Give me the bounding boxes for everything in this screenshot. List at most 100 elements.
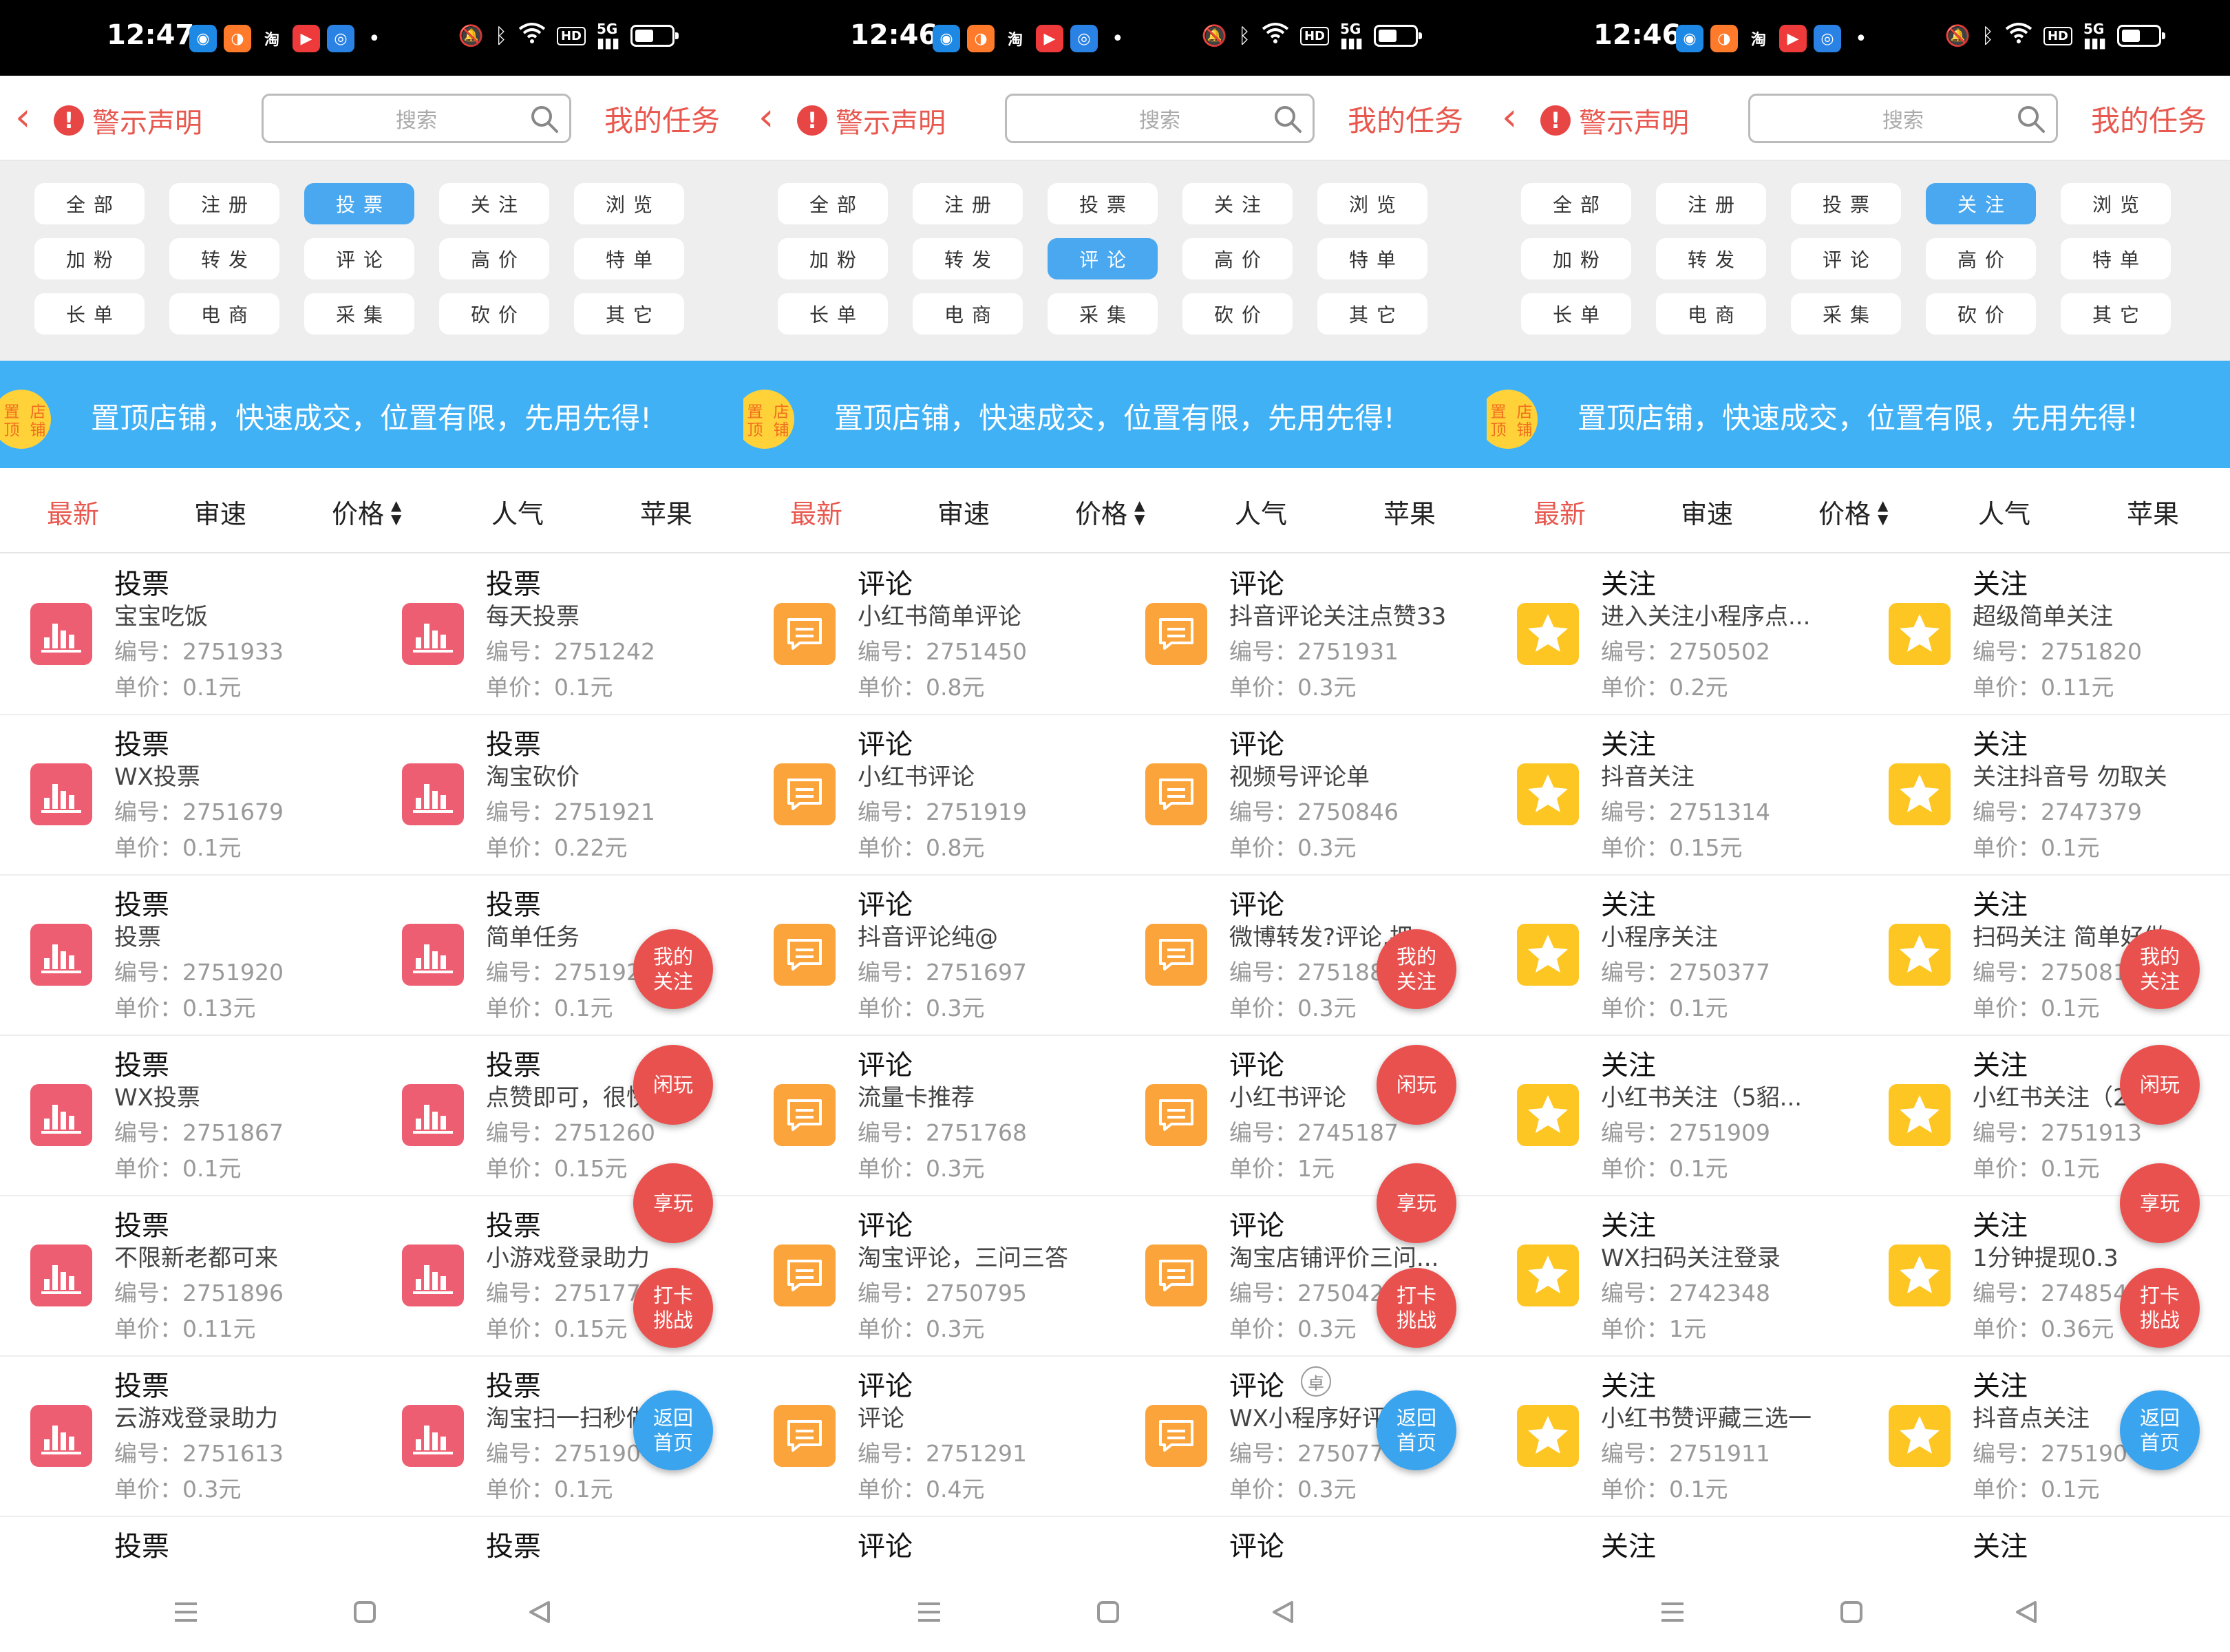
category-button-3[interactable]: 投票 xyxy=(1048,183,1158,224)
task-card[interactable]: 关注 小程序关注 编号：2750377 单价：0.1元 xyxy=(1487,876,1858,1036)
back-chevron-icon[interactable]: ‹ xyxy=(758,98,774,137)
floating-button-3[interactable]: 享玩 xyxy=(1377,1163,1456,1243)
sort-tab-4[interactable]: 人气 xyxy=(491,493,544,531)
warning-notice-link[interactable]: ! 警示声明 xyxy=(54,100,202,140)
category-button-7[interactable]: 转发 xyxy=(913,238,1023,279)
floating-button-5[interactable]: 返回 首页 xyxy=(1377,1390,1456,1470)
category-button-12[interactable]: 电商 xyxy=(1656,293,1766,335)
task-card[interactable]: 评论 小红书评论 编号：2751919 单价：0.8元 xyxy=(743,715,1115,876)
floating-button-1[interactable]: 我的 关注 xyxy=(2120,929,2200,1009)
task-card[interactable]: 投票 每天投票 编号：2751242 单价：0.1元 xyxy=(372,555,743,715)
task-list[interactable]: 评论 小红书简单评论 编号：2751450 单价：0.8元 评论 抖音评论关注点赞33 编号… xyxy=(743,555,1487,1574)
category-button-9[interactable]: 高价 xyxy=(1926,238,2036,279)
search-input[interactable]: 搜索 xyxy=(262,94,571,143)
category-button-14[interactable]: 砍价 xyxy=(1182,293,1293,335)
task-card[interactable]: 评论 抖音评论纯@ 编号：2751697 单价：0.3元 xyxy=(743,876,1115,1036)
category-button-9[interactable]: 高价 xyxy=(439,238,549,279)
sort-tab-5[interactable]: 苹果 xyxy=(640,493,692,531)
sort-tab-2[interactable]: 审速 xyxy=(1681,493,1733,531)
category-button-8[interactable]: 评论 xyxy=(304,238,414,279)
task-card[interactable]: 投票 WX投票 编号：2751867 单价：0.1元 xyxy=(0,1036,372,1196)
search-icon[interactable] xyxy=(1273,104,1303,134)
task-card[interactable]: 关注 xyxy=(1487,1517,1858,1574)
category-button-13[interactable]: 采集 xyxy=(1048,293,1158,335)
warning-notice-link[interactable]: ! 警示声明 xyxy=(1540,100,1689,140)
menu-icon[interactable] xyxy=(909,1591,950,1633)
task-card[interactable]: 评论 视频号评论单 编号：2750846 单价：0.3元 xyxy=(1115,715,1487,876)
search-icon[interactable] xyxy=(529,104,560,134)
floating-button-4[interactable]: 打卡 挑战 xyxy=(1377,1268,1456,1348)
category-button-1[interactable]: 全部 xyxy=(34,183,145,224)
task-card[interactable]: 评论 抖音评论关注点赞33 编号：2751931 单价：0.3元 xyxy=(1115,555,1487,715)
sort-tab-5[interactable]: 苹果 xyxy=(1383,493,1436,531)
my-tasks-link[interactable]: 我的任务 xyxy=(1348,98,1463,140)
sort-tab-2[interactable]: 审速 xyxy=(194,493,246,531)
search-icon[interactable] xyxy=(2016,104,2046,134)
sort-tab-3[interactable]: 价格 ▲ ▼ xyxy=(1818,493,1888,531)
home-square-icon[interactable] xyxy=(344,1591,385,1633)
task-card[interactable]: 投票 淘宝砍价 编号：2751921 单价：0.22元 xyxy=(372,715,743,876)
floating-button-5[interactable]: 返回 首页 xyxy=(2120,1390,2200,1470)
task-list[interactable]: 关注 进入关注小程序点... 编号：2750502 单价：0.2元 关注 超级简单关注 编号… xyxy=(1487,555,2230,1574)
task-card[interactable]: 关注 进入关注小程序点... 编号：2750502 单价：0.2元 xyxy=(1487,555,1858,715)
category-button-3[interactable]: 投票 xyxy=(304,183,414,224)
sort-tab-1[interactable]: 最新 xyxy=(47,493,99,531)
task-card[interactable]: 投票 投票 编号：2751920 单价：0.13元 xyxy=(0,876,372,1036)
category-button-4[interactable]: 关注 xyxy=(1182,183,1293,224)
category-button-9[interactable]: 高价 xyxy=(1182,238,1293,279)
category-button-15[interactable]: 其它 xyxy=(574,293,684,335)
back-triangle-icon[interactable] xyxy=(2006,1591,2048,1633)
task-card[interactable]: 投票 云游戏登录助力 编号：2751613 单价：0.3元 xyxy=(0,1357,372,1517)
category-button-12[interactable]: 电商 xyxy=(913,293,1023,335)
my-tasks-link[interactable]: 我的任务 xyxy=(2091,98,2207,140)
category-button-3[interactable]: 投票 xyxy=(1791,183,1901,224)
floating-button-4[interactable]: 打卡 挑战 xyxy=(2120,1268,2200,1348)
category-button-12[interactable]: 电商 xyxy=(169,293,279,335)
task-card[interactable]: 评论 小红书简单评论 编号：2751450 单价：0.8元 xyxy=(743,555,1115,715)
category-button-1[interactable]: 全部 xyxy=(1521,183,1631,224)
back-chevron-icon[interactable]: ‹ xyxy=(1502,98,1517,137)
category-button-8[interactable]: 评论 xyxy=(1791,238,1901,279)
task-card[interactable]: 投票 xyxy=(0,1517,372,1574)
category-button-10[interactable]: 特单 xyxy=(2061,238,2171,279)
floating-button-2[interactable]: 闲玩 xyxy=(633,1045,713,1125)
category-button-6[interactable]: 加粉 xyxy=(34,238,145,279)
menu-icon[interactable] xyxy=(165,1591,206,1633)
task-list[interactable]: 投票 宝宝吃饭 编号：2751933 单价：0.1元 投票 每天投票 编号：2751242 单… xyxy=(0,555,743,1574)
back-triangle-icon[interactable] xyxy=(1263,1591,1304,1633)
sort-tab-4[interactable]: 人气 xyxy=(1978,493,2030,531)
back-chevron-icon[interactable]: ‹ xyxy=(15,98,30,137)
category-button-2[interactable]: 注册 xyxy=(913,183,1023,224)
category-button-13[interactable]: 采集 xyxy=(304,293,414,335)
floating-button-1[interactable]: 我的 关注 xyxy=(633,929,713,1009)
task-card[interactable]: 投票 宝宝吃饭 编号：2751933 单价：0.1元 xyxy=(0,555,372,715)
promo-banner[interactable]: 置顶 店铺 置顶店铺，快速成交，位置有限，先用先得! xyxy=(1487,361,2230,468)
category-button-5[interactable]: 浏览 xyxy=(1317,183,1427,224)
category-button-15[interactable]: 其它 xyxy=(2061,293,2171,335)
sort-tab-5[interactable]: 苹果 xyxy=(2127,493,2179,531)
category-button-7[interactable]: 转发 xyxy=(169,238,279,279)
task-card[interactable]: 评论 xyxy=(743,1517,1115,1574)
category-button-10[interactable]: 特单 xyxy=(1317,238,1427,279)
floating-button-3[interactable]: 享玩 xyxy=(2120,1163,2200,1243)
task-card[interactable]: 关注 小红书关注（5貂... 编号：2751909 单价：0.1元 xyxy=(1487,1036,1858,1196)
menu-icon[interactable] xyxy=(1652,1591,1693,1633)
task-card[interactable]: 评论 淘宝评论，三问三答 编号：2750795 单价：0.3元 xyxy=(743,1196,1115,1357)
category-button-6[interactable]: 加粉 xyxy=(1521,238,1631,279)
category-button-2[interactable]: 注册 xyxy=(1656,183,1766,224)
category-button-15[interactable]: 其它 xyxy=(1317,293,1427,335)
category-button-11[interactable]: 长单 xyxy=(34,293,145,335)
category-button-14[interactable]: 砍价 xyxy=(439,293,549,335)
search-input[interactable]: 搜索 xyxy=(1748,94,2058,143)
category-button-5[interactable]: 浏览 xyxy=(574,183,684,224)
floating-button-3[interactable]: 享玩 xyxy=(633,1163,713,1243)
floating-button-2[interactable]: 闲玩 xyxy=(1377,1045,1456,1125)
task-card[interactable]: 投票 xyxy=(372,1517,743,1574)
sort-tab-3[interactable]: 价格 ▲ ▼ xyxy=(1075,493,1145,531)
promo-banner[interactable]: 置顶 店铺 置顶店铺，快速成交，位置有限，先用先得! xyxy=(0,361,743,468)
category-button-5[interactable]: 浏览 xyxy=(2061,183,2171,224)
category-button-10[interactable]: 特单 xyxy=(574,238,684,279)
category-button-14[interactable]: 砍价 xyxy=(1926,293,2036,335)
category-button-13[interactable]: 采集 xyxy=(1791,293,1901,335)
floating-button-2[interactable]: 闲玩 xyxy=(2120,1045,2200,1125)
